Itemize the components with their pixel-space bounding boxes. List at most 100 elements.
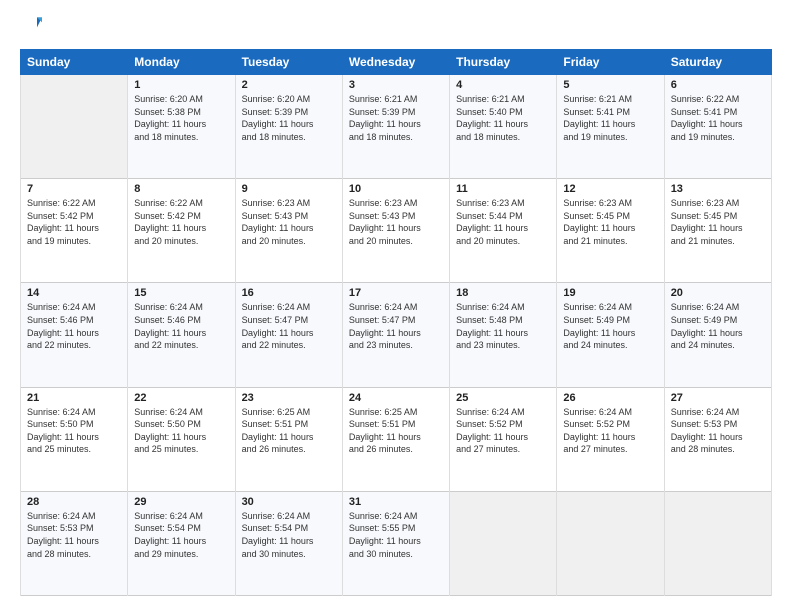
- day-number: 19: [563, 287, 657, 299]
- day-info: Sunrise: 6:24 AM Sunset: 5:47 PM Dayligh…: [349, 301, 443, 351]
- calendar-cell: 31 Sunrise: 6:24 AM Sunset: 5:55 PM Dayli…: [342, 491, 449, 595]
- day-number: 24: [349, 392, 443, 404]
- day-info: Sunrise: 6:24 AM Sunset: 5:50 PM Dayligh…: [134, 406, 228, 456]
- header-cell-friday: Friday: [557, 50, 664, 75]
- day-info: Sunrise: 6:22 AM Sunset: 5:42 PM Dayligh…: [134, 197, 228, 247]
- day-info: Sunrise: 6:24 AM Sunset: 5:54 PM Dayligh…: [242, 510, 336, 560]
- day-number: 5: [563, 79, 657, 91]
- day-info: Sunrise: 6:20 AM Sunset: 5:38 PM Dayligh…: [134, 93, 228, 143]
- day-number: 30: [242, 496, 336, 508]
- calendar-header: SundayMondayTuesdayWednesdayThursdayFrid…: [21, 50, 772, 75]
- calendar-cell: 19 Sunrise: 6:24 AM Sunset: 5:49 PM Dayli…: [557, 283, 664, 387]
- logo-icon: [22, 14, 42, 34]
- calendar-week-5: 28 Sunrise: 6:24 AM Sunset: 5:53 PM Dayli…: [21, 491, 772, 595]
- calendar-cell: 14 Sunrise: 6:24 AM Sunset: 5:46 PM Dayli…: [21, 283, 128, 387]
- calendar-cell: 22 Sunrise: 6:24 AM Sunset: 5:50 PM Dayli…: [128, 387, 235, 491]
- calendar-cell: [21, 75, 128, 179]
- calendar-cell: 26 Sunrise: 6:24 AM Sunset: 5:52 PM Dayli…: [557, 387, 664, 491]
- day-number: 6: [671, 79, 765, 91]
- header-cell-saturday: Saturday: [664, 50, 771, 75]
- calendar-cell: 25 Sunrise: 6:24 AM Sunset: 5:52 PM Dayli…: [450, 387, 557, 491]
- calendar-cell: 3 Sunrise: 6:21 AM Sunset: 5:39 PM Daylig…: [342, 75, 449, 179]
- day-number: 25: [456, 392, 550, 404]
- calendar-cell: 12 Sunrise: 6:23 AM Sunset: 5:45 PM Dayli…: [557, 179, 664, 283]
- calendar-cell: 30 Sunrise: 6:24 AM Sunset: 5:54 PM Dayli…: [235, 491, 342, 595]
- day-number: 20: [671, 287, 765, 299]
- calendar-cell: [450, 491, 557, 595]
- day-info: Sunrise: 6:25 AM Sunset: 5:51 PM Dayligh…: [349, 406, 443, 456]
- calendar-cell: 13Sunrise: 6:23 AM Sunset: 5:45 PM Dayli…: [664, 179, 771, 283]
- day-number: 26: [563, 392, 657, 404]
- day-number: 7: [27, 183, 121, 195]
- calendar-week-4: 21 Sunrise: 6:24 AM Sunset: 5:50 PM Dayli…: [21, 387, 772, 491]
- calendar-body: 1 Sunrise: 6:20 AM Sunset: 5:38 PM Daylig…: [21, 75, 772, 596]
- day-number: 9: [242, 183, 336, 195]
- day-number: 1: [134, 79, 228, 91]
- calendar-cell: [664, 491, 771, 595]
- calendar-week-1: 1 Sunrise: 6:20 AM Sunset: 5:38 PM Daylig…: [21, 75, 772, 179]
- calendar-cell: 29Sunrise: 6:24 AM Sunset: 5:54 PM Dayli…: [128, 491, 235, 595]
- day-number: 21: [27, 392, 121, 404]
- page: SundayMondayTuesdayWednesdayThursdayFrid…: [0, 0, 792, 612]
- calendar-cell: 7 Sunrise: 6:22 AM Sunset: 5:42 PM Daylig…: [21, 179, 128, 283]
- day-info: Sunrise: 6:24 AM Sunset: 5:46 PM Dayligh…: [27, 301, 121, 351]
- day-info: Sunrise: 6:24 AM Sunset: 5:53 PM Dayligh…: [27, 510, 121, 560]
- day-info: Sunrise: 6:22 AM Sunset: 5:42 PM Dayligh…: [27, 197, 121, 247]
- header-cell-sunday: Sunday: [21, 50, 128, 75]
- calendar-week-2: 7 Sunrise: 6:22 AM Sunset: 5:42 PM Daylig…: [21, 179, 772, 283]
- calendar-table: SundayMondayTuesdayWednesdayThursdayFrid…: [20, 49, 772, 596]
- day-number: 11: [456, 183, 550, 195]
- day-info: Sunrise: 6:22 AM Sunset: 5:41 PM Dayligh…: [671, 93, 765, 143]
- day-info: Sunrise: 6:24 AM Sunset: 5:53 PM Dayligh…: [671, 406, 765, 456]
- header-cell-thursday: Thursday: [450, 50, 557, 75]
- calendar-cell: 6 Sunrise: 6:22 AM Sunset: 5:41 PM Daylig…: [664, 75, 771, 179]
- calendar-cell: 21 Sunrise: 6:24 AM Sunset: 5:50 PM Dayli…: [21, 387, 128, 491]
- day-number: 23: [242, 392, 336, 404]
- day-info: Sunrise: 6:24 AM Sunset: 5:49 PM Dayligh…: [563, 301, 657, 351]
- calendar-cell: 9 Sunrise: 6:23 AM Sunset: 5:43 PM Daylig…: [235, 179, 342, 283]
- calendar-cell: 16Sunrise: 6:24 AM Sunset: 5:47 PM Dayli…: [235, 283, 342, 387]
- day-number: 8: [134, 183, 228, 195]
- day-info: Sunrise: 6:24 AM Sunset: 5:52 PM Dayligh…: [563, 406, 657, 456]
- day-number: 15: [134, 287, 228, 299]
- day-number: 17: [349, 287, 443, 299]
- day-number: 22: [134, 392, 228, 404]
- header-cell-tuesday: Tuesday: [235, 50, 342, 75]
- day-number: 12: [563, 183, 657, 195]
- day-number: 14: [27, 287, 121, 299]
- day-number: 31: [349, 496, 443, 508]
- calendar-cell: 1 Sunrise: 6:20 AM Sunset: 5:38 PM Daylig…: [128, 75, 235, 179]
- header-cell-monday: Monday: [128, 50, 235, 75]
- day-number: 28: [27, 496, 121, 508]
- calendar-cell: 11Sunrise: 6:23 AM Sunset: 5:44 PM Dayli…: [450, 179, 557, 283]
- calendar-week-3: 14 Sunrise: 6:24 AM Sunset: 5:46 PM Dayli…: [21, 283, 772, 387]
- day-info: Sunrise: 6:23 AM Sunset: 5:43 PM Dayligh…: [349, 197, 443, 247]
- day-info: Sunrise: 6:24 AM Sunset: 5:55 PM Dayligh…: [349, 510, 443, 560]
- day-info: Sunrise: 6:24 AM Sunset: 5:52 PM Dayligh…: [456, 406, 550, 456]
- logo: [20, 16, 42, 39]
- calendar-cell: 20Sunrise: 6:24 AM Sunset: 5:49 PM Dayli…: [664, 283, 771, 387]
- calendar-cell: 18Sunrise: 6:24 AM Sunset: 5:48 PM Dayli…: [450, 283, 557, 387]
- calendar-cell: 15Sunrise: 6:24 AM Sunset: 5:46 PM Dayli…: [128, 283, 235, 387]
- day-number: 2: [242, 79, 336, 91]
- day-info: Sunrise: 6:21 AM Sunset: 5:39 PM Dayligh…: [349, 93, 443, 143]
- day-info: Sunrise: 6:20 AM Sunset: 5:39 PM Dayligh…: [242, 93, 336, 143]
- day-info: Sunrise: 6:24 AM Sunset: 5:48 PM Dayligh…: [456, 301, 550, 351]
- day-info: Sunrise: 6:24 AM Sunset: 5:50 PM Dayligh…: [27, 406, 121, 456]
- calendar-cell: 5 Sunrise: 6:21 AM Sunset: 5:41 PM Daylig…: [557, 75, 664, 179]
- day-info: Sunrise: 6:21 AM Sunset: 5:41 PM Dayligh…: [563, 93, 657, 143]
- day-number: 27: [671, 392, 765, 404]
- day-number: 16: [242, 287, 336, 299]
- day-info: Sunrise: 6:23 AM Sunset: 5:45 PM Dayligh…: [563, 197, 657, 247]
- calendar-cell: 10Sunrise: 6:23 AM Sunset: 5:43 PM Dayli…: [342, 179, 449, 283]
- calendar-cell: 4Sunrise: 6:21 AM Sunset: 5:40 PM Daylig…: [450, 75, 557, 179]
- day-number: 3: [349, 79, 443, 91]
- calendar-cell: 17 Sunrise: 6:24 AM Sunset: 5:47 PM Dayli…: [342, 283, 449, 387]
- calendar-cell: 27 Sunrise: 6:24 AM Sunset: 5:53 PM Dayli…: [664, 387, 771, 491]
- day-number: 4: [456, 79, 550, 91]
- day-number: 29: [134, 496, 228, 508]
- calendar-cell: 2 Sunrise: 6:20 AM Sunset: 5:39 PM Daylig…: [235, 75, 342, 179]
- day-info: Sunrise: 6:25 AM Sunset: 5:51 PM Dayligh…: [242, 406, 336, 456]
- calendar-cell: 8 Sunrise: 6:22 AM Sunset: 5:42 PM Daylig…: [128, 179, 235, 283]
- day-info: Sunrise: 6:23 AM Sunset: 5:43 PM Dayligh…: [242, 197, 336, 247]
